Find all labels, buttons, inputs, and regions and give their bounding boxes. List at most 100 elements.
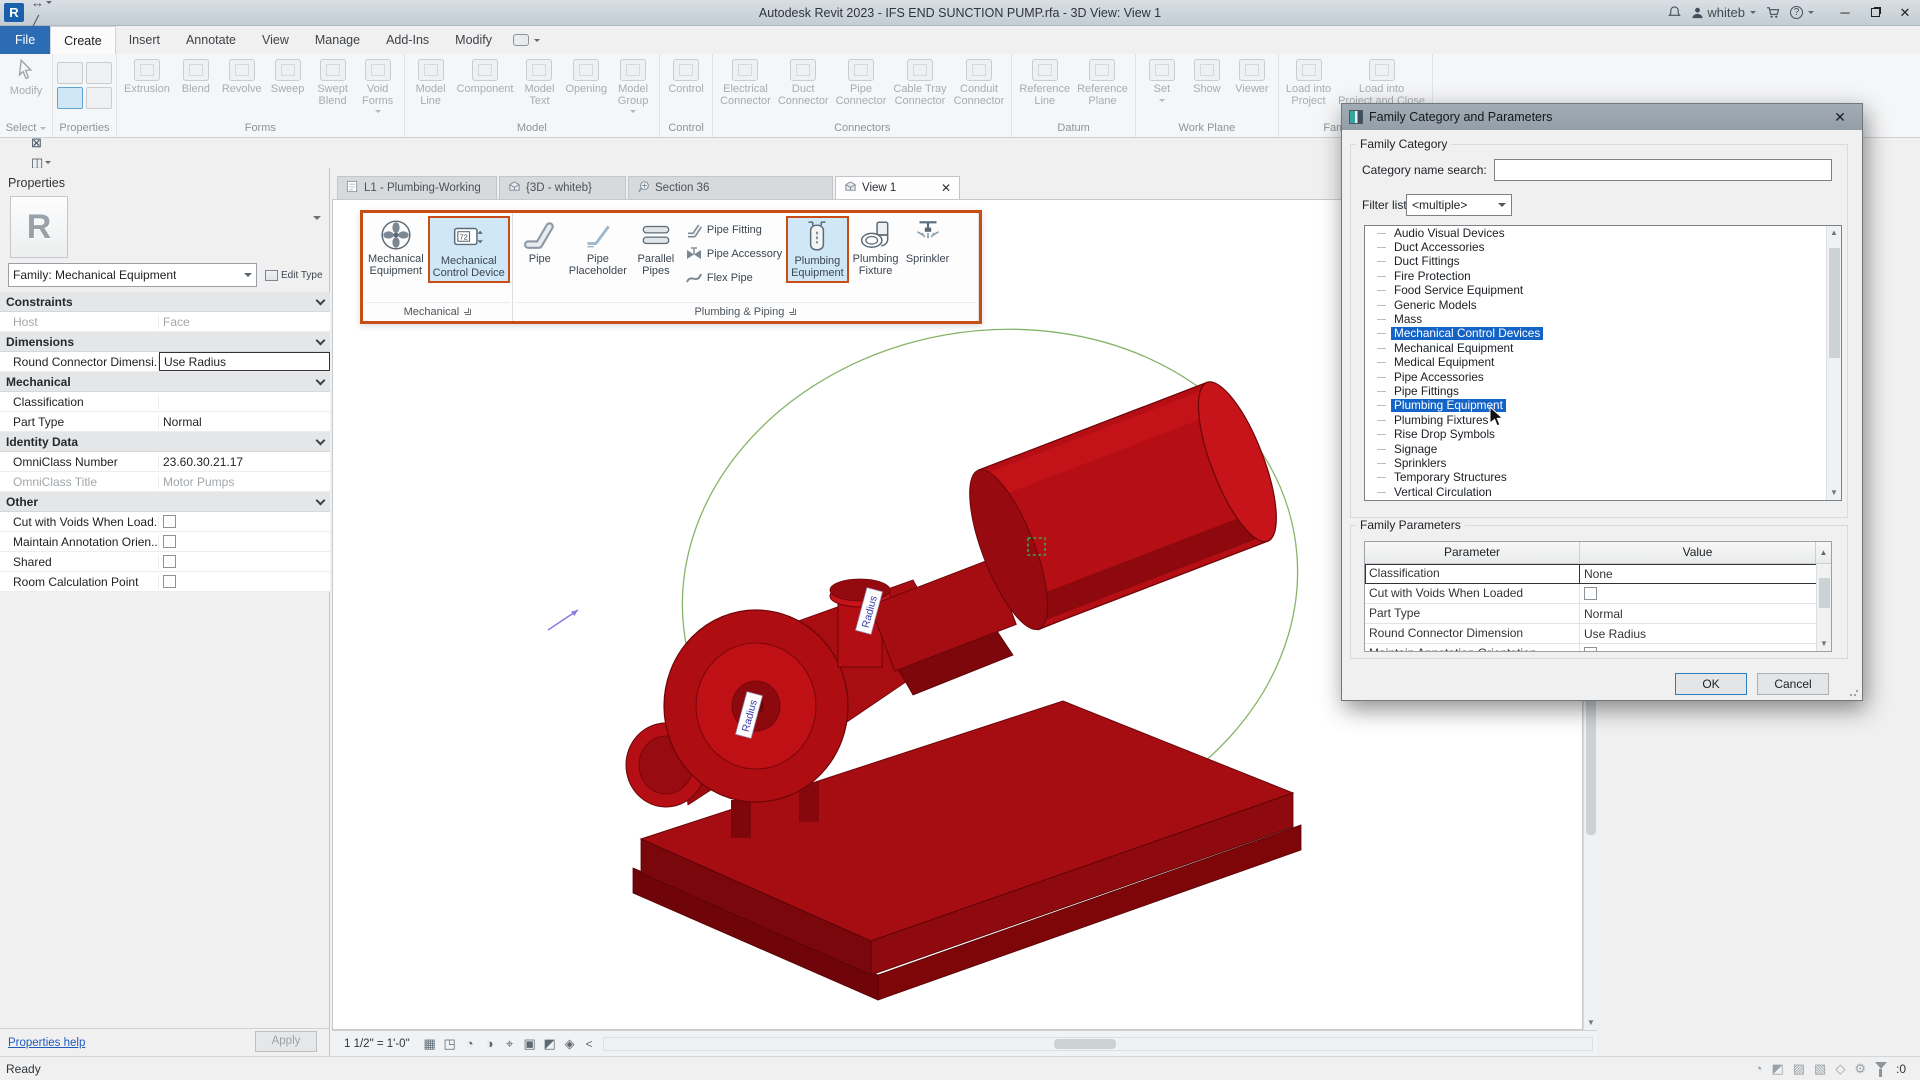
ribbon-button-load-into-project[interactable]: Load intoProject bbox=[1283, 56, 1334, 108]
selection-badge-button[interactable] bbox=[505, 26, 548, 54]
property-value[interactable]: Normal bbox=[159, 412, 330, 431]
communication-center-icon[interactable] bbox=[1668, 6, 1681, 19]
background-processes-icon[interactable]: ⚙ bbox=[1854, 1061, 1866, 1077]
apply-button[interactable]: Apply bbox=[255, 1031, 317, 1052]
signin-user-menu[interactable]: whiteb bbox=[1691, 5, 1756, 20]
ribbon-button-viewer[interactable]: Viewer bbox=[1230, 56, 1274, 97]
context-button-pipe[interactable]: Pipe bbox=[515, 216, 565, 268]
ribbon-button-electrical-connector[interactable]: ElectricalConnector bbox=[717, 56, 774, 108]
category-item[interactable]: Temporary Structures bbox=[1365, 471, 1841, 485]
view-tab-1[interactable]: L1 - Plumbing-Working bbox=[337, 176, 497, 199]
category-list-scrollbar[interactable]: ▲ ▼ bbox=[1826, 226, 1841, 500]
context-button-plumbing-equipment[interactable]: PlumbingEquipment bbox=[786, 216, 849, 283]
checkbox[interactable] bbox=[163, 555, 176, 568]
close-view-icon[interactable]: ✕ bbox=[935, 181, 951, 195]
category-item[interactable]: Mechanical Control Devices bbox=[1365, 327, 1841, 341]
panel-label-model[interactable]: Model bbox=[409, 119, 655, 137]
property-value[interactable] bbox=[159, 572, 330, 591]
panel-label-forms[interactable]: Forms bbox=[121, 119, 400, 137]
ribbon-tab-create[interactable]: Create bbox=[50, 26, 116, 54]
category-list[interactable]: Audio Visual DevicesDuct AccessoriesDuct… bbox=[1364, 225, 1842, 501]
properties-button[interactable] bbox=[57, 62, 83, 84]
ribbon-button-sweep[interactable]: Sweep bbox=[266, 56, 310, 97]
context-button-pipe-placeholder[interactable]: PipePlaceholder bbox=[566, 216, 630, 279]
revit-logo-icon[interactable]: R bbox=[4, 3, 24, 22]
property-value[interactable] bbox=[159, 392, 330, 411]
panel-label-work-plane[interactable]: Work Plane bbox=[1140, 119, 1274, 137]
type-selector-caret-icon[interactable] bbox=[313, 216, 321, 224]
category-item[interactable]: Food Service Equipment bbox=[1365, 284, 1841, 298]
context-button-mechanical-control-device[interactable]: 72MechanicalControl Device bbox=[428, 216, 510, 283]
section-header-constraints[interactable]: Constraints bbox=[0, 292, 330, 312]
context-button-pipe-accessory[interactable]: Pipe Accessory bbox=[682, 244, 785, 264]
ribbon-tab-modify[interactable]: Modify bbox=[442, 26, 505, 54]
parameter-row[interactable]: Round Connector DimensionUse Radius bbox=[1365, 624, 1831, 644]
ribbon-button-reference-plane[interactable]: ReferencePlane bbox=[1074, 56, 1131, 108]
category-item[interactable]: Sprinklers bbox=[1365, 456, 1841, 470]
section-header-other[interactable]: Other bbox=[0, 492, 330, 512]
dialog-launcher-icon[interactable] bbox=[465, 309, 471, 315]
app-store-icon[interactable] bbox=[1766, 6, 1780, 19]
rendering-icon[interactable]: ⌖ bbox=[500, 1035, 520, 1053]
minimize-button[interactable]: ─ bbox=[1830, 0, 1860, 25]
parameter-column-header[interactable]: Parameter bbox=[1365, 542, 1580, 563]
ribbon-button-extrusion[interactable]: Extrusion bbox=[121, 56, 173, 97]
ribbon-tab-add-ins[interactable]: Add-Ins bbox=[373, 26, 442, 54]
horizontal-scroll-thumb[interactable] bbox=[1054, 1039, 1116, 1049]
category-item[interactable]: Plumbing Equipment bbox=[1365, 399, 1841, 413]
property-value[interactable] bbox=[159, 512, 330, 531]
panel-label-datum[interactable]: Datum bbox=[1016, 119, 1131, 137]
checkbox[interactable] bbox=[1584, 587, 1597, 600]
property-value[interactable] bbox=[159, 532, 330, 551]
shadows-icon[interactable]: ◑ bbox=[480, 1035, 500, 1053]
scrollbar-collapse-icon[interactable]: < bbox=[580, 1037, 599, 1051]
checkbox[interactable] bbox=[163, 515, 176, 528]
help-menu[interactable]: ? bbox=[1790, 6, 1814, 19]
table-scrollbar[interactable]: ▼ bbox=[1816, 564, 1831, 651]
worksharing-icon[interactable]: ◔ bbox=[1755, 1061, 1763, 1077]
category-item[interactable]: Mechanical Equipment bbox=[1365, 341, 1841, 355]
scroll-up-icon[interactable]: ▲ bbox=[1816, 542, 1831, 563]
horizontal-scrollbar[interactable] bbox=[603, 1037, 1593, 1051]
type-selector-dropdown[interactable]: Family: Mechanical Equipment bbox=[8, 263, 257, 287]
family-parameters-table[interactable]: Parameter Value ▲ ClassificationNoneCut … bbox=[1364, 541, 1832, 652]
context-button-pipe-fitting[interactable]: Pipe Fitting bbox=[682, 220, 785, 240]
scale-button[interactable]: 1 1/2" = 1'-0" bbox=[332, 1038, 420, 1050]
ribbon-tab-view[interactable]: View bbox=[249, 26, 302, 54]
context-group-label[interactable]: Mechanical bbox=[365, 302, 510, 321]
ribbon-button-revolve[interactable]: Revolve bbox=[219, 56, 265, 97]
ribbon-button-model-text[interactable]: ModelText bbox=[517, 56, 561, 108]
view-tab-2[interactable]: {3D - whiteb} bbox=[499, 176, 626, 199]
context-button-mechanical-equipment[interactable]: MechanicalEquipment bbox=[365, 216, 427, 279]
scroll-down-icon[interactable]: ▼ bbox=[1817, 637, 1831, 651]
family-types-button[interactable] bbox=[86, 62, 112, 84]
properties-help-link[interactable]: Properties help bbox=[8, 1037, 85, 1049]
ribbon-button-set[interactable]: Set bbox=[1140, 56, 1184, 106]
parameter-row[interactable]: ClassificationNone bbox=[1365, 564, 1831, 584]
selection-filter-icon[interactable] bbox=[1875, 1062, 1887, 1075]
checkbox[interactable] bbox=[163, 575, 176, 588]
panel-label-properties[interactable]: Properties bbox=[57, 119, 112, 137]
type-preview[interactable]: R bbox=[10, 196, 68, 258]
value-column-header[interactable]: Value bbox=[1580, 542, 1816, 563]
section-header-mechanical[interactable]: Mechanical bbox=[0, 372, 330, 392]
category-item[interactable]: Rise Drop Symbols bbox=[1365, 427, 1841, 441]
checkbox[interactable] bbox=[163, 535, 176, 548]
ribbon-button-model-group[interactable]: ModelGroup bbox=[611, 56, 655, 117]
category-item[interactable]: Medical Equipment bbox=[1365, 356, 1841, 370]
checkbox[interactable] bbox=[1584, 647, 1597, 652]
property-value[interactable] bbox=[159, 552, 330, 571]
ribbon-button-duct-connector[interactable]: DuctConnector bbox=[775, 56, 832, 108]
ribbon-button-conduit-connector[interactable]: ConduitConnector bbox=[951, 56, 1008, 108]
property-value[interactable]: Motor Pumps bbox=[159, 472, 330, 491]
parameter-row[interactable]: Cut with Voids When Loaded bbox=[1365, 584, 1831, 604]
ribbon-button-void-forms[interactable]: VoidForms bbox=[356, 56, 400, 117]
exclude-options-icon[interactable]: ▧ bbox=[1814, 1061, 1826, 1077]
context-group-label[interactable]: Plumbing & Piping bbox=[515, 302, 976, 321]
detail-level-icon[interactable]: ▦ bbox=[420, 1035, 440, 1053]
category-item[interactable]: Signage bbox=[1365, 442, 1841, 456]
property-value[interactable]: Face bbox=[159, 312, 330, 331]
active-only-icon[interactable]: ▨ bbox=[1793, 1061, 1805, 1077]
ribbon-button-control[interactable]: Control bbox=[664, 56, 708, 97]
ribbon-button-load-into-project-and-close[interactable]: Load intoProject and Close bbox=[1335, 56, 1428, 108]
